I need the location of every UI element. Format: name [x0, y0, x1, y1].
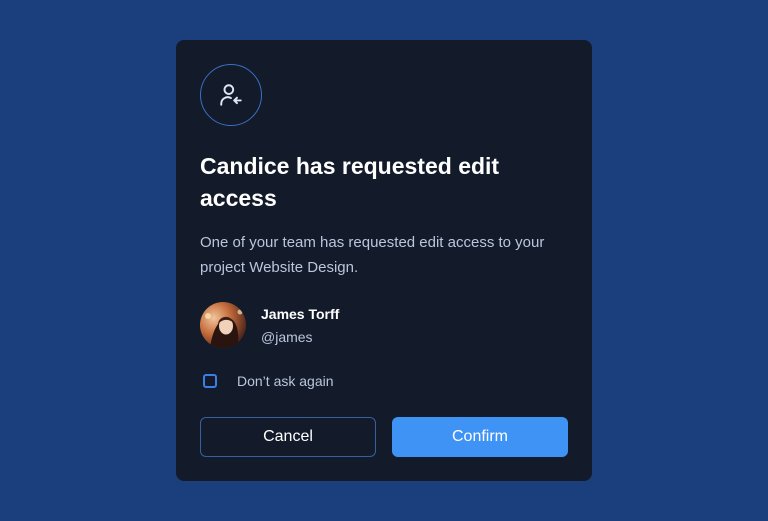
user-handle: @james	[261, 328, 313, 345]
dialog-title: Candice has requested edit access	[200, 153, 500, 211]
dialog-description: One of your team has requested edit acce…	[200, 234, 545, 276]
dont-ask-again-checkbox[interactable]	[203, 374, 217, 388]
avatar	[200, 302, 246, 348]
user-name: James Torff	[261, 305, 340, 322]
user-info: James Torff @james	[261, 305, 339, 346]
user-request-icon	[200, 64, 262, 126]
checkbox-label: Don’t ask again	[237, 373, 334, 389]
cancel-button[interactable]: Cancel	[200, 417, 376, 457]
confirm-button[interactable]: Confirm	[392, 417, 568, 457]
access-request-dialog: Candice has requested edit access One of…	[176, 40, 592, 481]
dont-ask-again-row[interactable]: Don’t ask again	[203, 373, 334, 389]
requesting-user: James Torff @james	[200, 302, 339, 348]
